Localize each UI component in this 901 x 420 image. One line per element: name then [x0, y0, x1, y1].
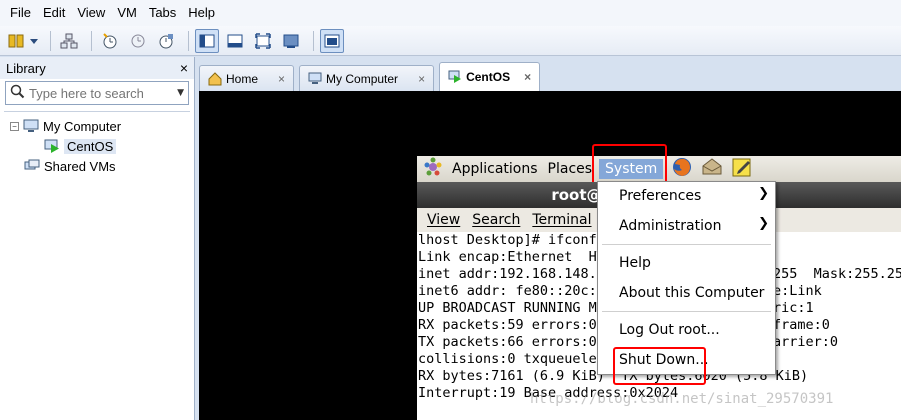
terminal-line-text: collisions:0 txqueuelen — [418, 351, 605, 367]
power-icon[interactable] — [4, 29, 28, 53]
tab-my-computer-label: My Computer — [326, 71, 399, 86]
search-icon — [10, 84, 25, 102]
terminal-line-text: Link encap:Ethernet HW — [418, 249, 605, 265]
collapse-icon[interactable]: − — [10, 121, 19, 131]
terminal-menu-terminal[interactable]: Terminal — [526, 212, 597, 228]
full-screen-icon[interactable] — [251, 29, 275, 53]
gnome-top-panel: Applications Places System — [417, 156, 901, 182]
menu-item-logout[interactable]: Log Out root... — [619, 318, 720, 342]
menu-edit[interactable]: Edit — [37, 0, 71, 26]
toolbar-separator — [91, 30, 92, 51]
close-icon[interactable]: × — [278, 72, 285, 86]
menu-file[interactable]: File — [4, 0, 37, 26]
tab-strip: Home × My Computer × CentOS × — [199, 62, 545, 91]
chevron-down-icon[interactable]: ▼ — [177, 88, 184, 98]
library-search: ▼ — [5, 81, 189, 105]
menu-item-administration[interactable]: Administration — [619, 214, 769, 238]
snapshot-icon[interactable] — [98, 29, 122, 53]
library-header: Library × — [0, 57, 194, 79]
close-icon[interactable]: × — [524, 70, 531, 84]
gnome-foot-icon — [423, 157, 443, 181]
gnome-menu-places[interactable]: Places — [543, 161, 598, 177]
computer-icon — [308, 72, 322, 86]
tree-node-my-computer[interactable]: − My Computer — [4, 116, 190, 136]
computer-icon — [23, 119, 39, 133]
toolbar-separator — [188, 30, 189, 51]
manage-snapshots-icon[interactable] — [154, 29, 178, 53]
library-panel: Library × ▼ − My Computer CentOS Shared — [0, 57, 195, 420]
tree-node-shared-vms[interactable]: Shared VMs — [4, 156, 190, 176]
tree-node-centos[interactable]: CentOS — [4, 136, 190, 156]
terminal-menu-search[interactable]: Search — [466, 212, 526, 228]
terminal-line-text: lhost Desktop]# ifconf — [418, 232, 597, 248]
menu-help[interactable]: Help — [182, 0, 221, 26]
dropdown-arrow-icon[interactable] — [28, 29, 40, 53]
tree-label-my-computer: My Computer — [43, 118, 122, 134]
firefox-icon[interactable] — [671, 156, 693, 182]
menu-view[interactable]: View — [71, 0, 111, 26]
home-icon — [208, 71, 222, 86]
gnome-menu-applications[interactable]: Applications — [447, 161, 543, 177]
terminal-line-text: inet addr:192.168.148. — [418, 266, 597, 282]
terminal-line-text: inet6 addr: fe80::20c: — [418, 283, 597, 299]
chevron-right-icon: ❯ — [758, 186, 769, 201]
menu-tabs[interactable]: Tabs — [143, 0, 182, 26]
menu-item-shutdown[interactable]: Shut Down... — [619, 348, 709, 372]
vm-running-icon — [44, 139, 60, 153]
terminal-line-text-right: e:Link — [773, 283, 822, 299]
menu-separator — [602, 311, 771, 312]
tab-home[interactable]: Home × — [199, 65, 295, 91]
tab-home-label: Home — [226, 71, 259, 86]
console-view-icon[interactable] — [320, 28, 344, 53]
menu-item-about[interactable]: About this Computer — [619, 281, 764, 305]
library-title: Library — [6, 60, 46, 76]
toolbar — [0, 26, 901, 56]
menu-vm[interactable]: VM — [111, 0, 143, 26]
tree-label-shared-vms: Shared VMs — [44, 158, 116, 174]
tab-centos-label: CentOS — [466, 70, 511, 84]
terminal-menu-view[interactable]: View — [421, 212, 466, 228]
notes-icon[interactable] — [731, 156, 753, 182]
toolbar-separator — [313, 30, 314, 51]
terminal-line-text: UP BROADCAST RUNNING MU — [418, 300, 605, 316]
terminal-line-text-right: frame:0 — [773, 317, 830, 333]
menu-item-preferences-label: Preferences — [619, 188, 702, 204]
chevron-right-icon: ❯ — [758, 216, 769, 231]
terminal-line-text-right: ric:1 — [773, 300, 814, 316]
thumbnail-bar-icon[interactable] — [223, 29, 247, 53]
terminal-line-text-right: arrier:0 — [773, 334, 839, 350]
tree-label-centos: CentOS — [64, 138, 117, 154]
vm-running-icon — [448, 70, 462, 84]
terminal-line-text: RX packets:59 errors:0 — [418, 317, 597, 333]
system-dropdown-menu: Preferences ❯ Administration ❯ Help Abou… — [597, 181, 776, 375]
menu-item-help[interactable]: Help — [619, 251, 651, 275]
network-icon[interactable] — [57, 29, 81, 53]
show-library-icon[interactable] — [195, 28, 219, 53]
menu-item-administration-label: Administration — [619, 218, 722, 234]
menu-item-preferences[interactable]: Preferences — [619, 184, 769, 208]
tab-my-computer[interactable]: My Computer × — [299, 65, 435, 91]
gnome-menu-system[interactable]: System — [599, 159, 664, 179]
revert-snapshot-icon[interactable] — [126, 29, 150, 53]
email-icon[interactable] — [701, 156, 723, 182]
watermark: https://blog.csdn.net/sinat_29570391 — [530, 391, 834, 407]
close-icon[interactable]: × — [418, 72, 425, 86]
terminal-line-text-right: 255 Mask:255.25 — [773, 266, 901, 282]
close-icon[interactable]: × — [180, 60, 188, 76]
menu-separator — [602, 244, 771, 245]
terminal-line-text: TX packets:66 errors:0 — [418, 334, 597, 350]
toolbar-separator — [50, 30, 51, 51]
library-tree: − My Computer CentOS Shared VMs — [4, 111, 190, 420]
tab-centos[interactable]: CentOS × — [439, 62, 541, 91]
search-input[interactable] — [29, 85, 169, 101]
menu-bar: File Edit View VM Tabs Help — [0, 0, 901, 26]
unity-icon[interactable] — [279, 29, 303, 53]
shared-vms-icon — [24, 159, 40, 173]
